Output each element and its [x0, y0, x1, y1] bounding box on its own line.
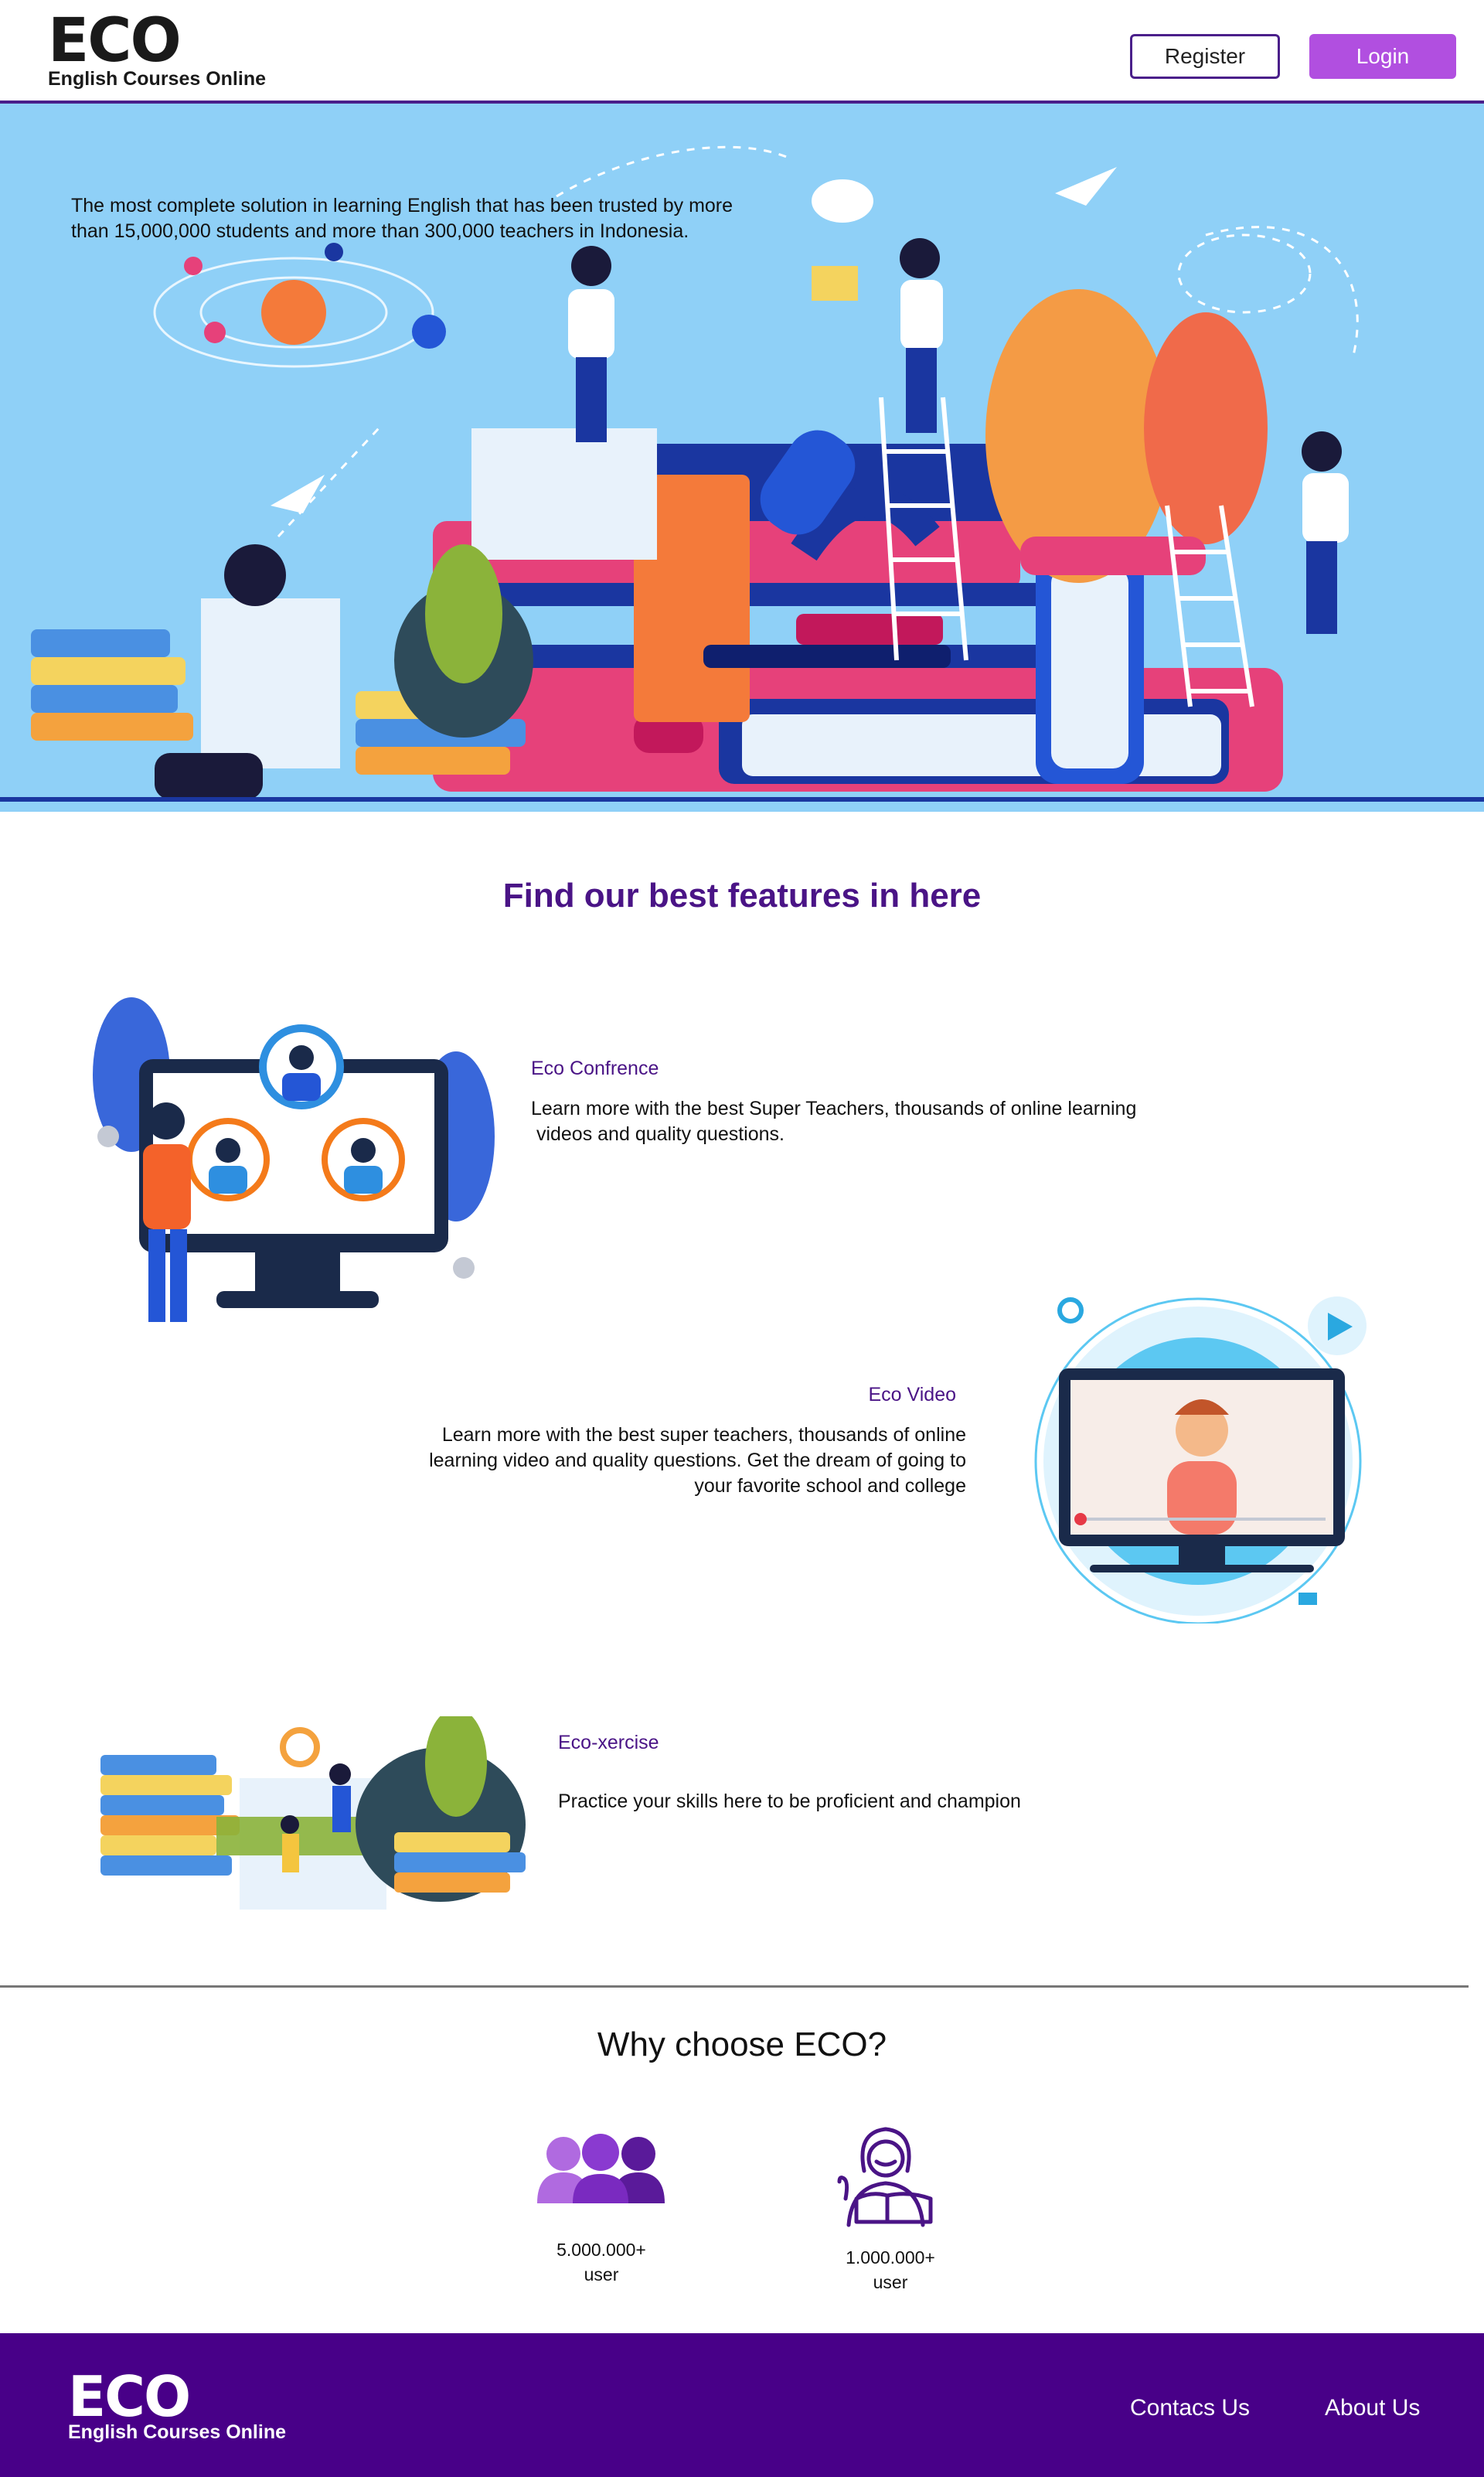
feature-title-exercise: Eco-xercise: [558, 1732, 659, 1753]
logo-subtitle: English Courses Online: [68, 2421, 286, 2443]
planet-orbit-icon: [153, 243, 446, 368]
feature-desc-line: Learn more with the best Super Teachers,…: [531, 1098, 1137, 1119]
stat-teachers: 1.000.000+ user: [813, 2245, 968, 2295]
mail-icon: [1298, 1593, 1317, 1605]
header-logo[interactable]: ECO English Courses Online: [48, 11, 266, 90]
register-button[interactable]: Register: [1130, 34, 1280, 79]
exercise-illustration: [100, 1716, 526, 1910]
hero-tagline-line: The most complete solution in learning E…: [71, 195, 733, 216]
footer-logo[interactable]: ECO English Courses Online: [68, 2369, 286, 2444]
stat-value: 5.000.000+: [556, 2240, 646, 2260]
play-icon: [1074, 1513, 1087, 1525]
users-group-icon: [537, 2134, 665, 2203]
feature-desc-video: Learn more with the best super teachers,…: [325, 1422, 966, 1499]
stat-unit: user: [873, 2272, 908, 2292]
hero-banner: The most complete solution in learning E…: [0, 104, 1484, 812]
section-divider: [0, 1985, 1469, 1988]
feature-desc-line: your favorite school and college: [694, 1475, 966, 1497]
footer-link-contact[interactable]: Contacs Us: [1130, 2395, 1250, 2421]
paper-plane-icon: [1055, 167, 1117, 206]
student-reading-icon: [837, 2127, 933, 2227]
video-conference-illustration: [93, 997, 495, 1322]
feature-desc-line: learning video and quality questions. Ge…: [429, 1450, 966, 1471]
stat-unit: user: [584, 2264, 619, 2284]
gear-icon: [280, 1727, 320, 1767]
login-button[interactable]: Login: [1309, 34, 1456, 79]
video-lesson-illustration: [1034, 1296, 1367, 1624]
feature-desc-conference: Learn more with the best Super Teachers,…: [531, 1096, 1136, 1147]
gear-icon: [453, 1257, 475, 1279]
feature-desc-line: Learn more with the best super teachers,…: [441, 1424, 966, 1446]
paper-plane-icon: [271, 475, 325, 513]
logo-subtitle: English Courses Online: [48, 68, 266, 90]
feature-title-conference: Eco Confrence: [531, 1058, 659, 1079]
hero-tagline-line: than 15,000,000 students and more than 3…: [71, 220, 689, 242]
feature-title-video: Eco Video: [868, 1384, 956, 1405]
stat-value: 1.000.000+: [846, 2247, 935, 2267]
logo-text: ECO: [48, 6, 182, 76]
stat-users: 5.000.000+ user: [524, 2237, 679, 2287]
logo-text: ECO: [68, 2364, 191, 2429]
books-stack-icon: [31, 544, 533, 799]
feature-desc-line: videos and quality questions.: [531, 1123, 785, 1145]
feature-desc-exercise: Practice your skills here to be proficie…: [558, 1790, 1021, 1812]
gear-icon: [97, 1126, 119, 1147]
footer-link-about[interactable]: About Us: [1325, 2395, 1420, 2421]
why-heading: Why choose ECO?: [597, 2026, 887, 2063]
features-heading: Find our best features in here: [502, 877, 982, 915]
hero-tagline: The most complete solution in learning E…: [71, 193, 829, 244]
